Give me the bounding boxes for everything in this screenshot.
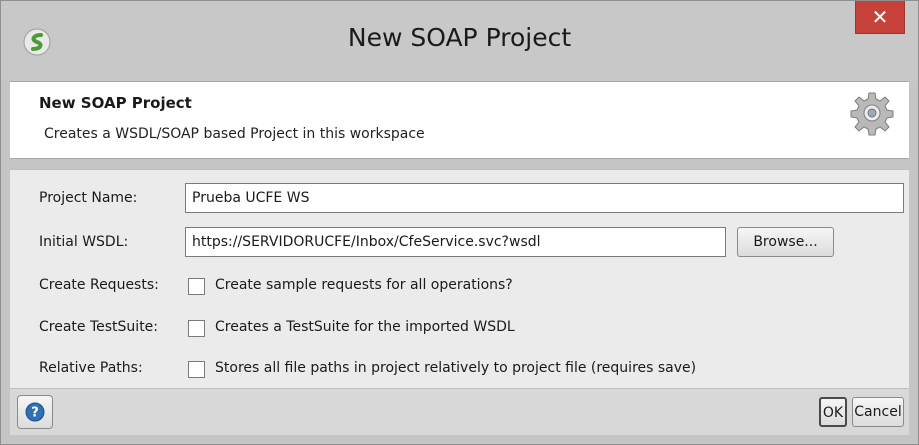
create-testsuite-label: Create TestSuite: xyxy=(39,319,159,335)
initial-wsdl-label: Initial WSDL: xyxy=(39,234,129,250)
new-soap-project-dialog: New SOAP Project ✕ New SOAP Project Crea… xyxy=(0,0,919,445)
svg-text:?: ? xyxy=(31,406,39,421)
header-title: New SOAP Project xyxy=(39,94,192,112)
header-description: Creates a WSDL/SOAP based Project in thi… xyxy=(44,126,425,142)
initial-wsdl-input[interactable]: https://SERVIDORUCFE/Inbox/CfeService.sv… xyxy=(185,227,726,257)
create-requests-label: Create Requests: xyxy=(39,277,159,293)
close-button[interactable]: ✕ xyxy=(855,1,905,34)
relative-paths-checkbox[interactable] xyxy=(188,361,205,378)
gear-icon xyxy=(850,92,894,136)
relative-paths-option-text[interactable]: Stores all file paths in project relativ… xyxy=(215,360,696,376)
create-requests-option-text[interactable]: Create sample requests for all operation… xyxy=(215,277,513,293)
cancel-button[interactable]: Cancel xyxy=(852,397,904,427)
browse-button[interactable]: Browse... xyxy=(737,227,834,257)
create-testsuite-checkbox[interactable] xyxy=(188,320,205,337)
create-requests-checkbox[interactable] xyxy=(188,278,205,295)
relative-paths-label: Relative Paths: xyxy=(39,360,143,376)
help-button[interactable]: ? xyxy=(17,395,53,429)
help-icon: ? xyxy=(25,402,45,422)
title-bar[interactable]: New SOAP Project ✕ xyxy=(1,1,918,81)
header-panel: New SOAP Project Creates a WSDL/SOAP bas… xyxy=(10,81,909,159)
window-title: New SOAP Project xyxy=(347,23,572,52)
form-panel: Project Name: Prueba UCFE WS Initial WSD… xyxy=(10,169,909,389)
project-name-label: Project Name: xyxy=(39,190,138,206)
dialog-footer: ? OK Cancel xyxy=(10,389,909,435)
create-testsuite-option-text[interactable]: Creates a TestSuite for the imported WSD… xyxy=(215,319,515,335)
ok-button[interactable]: OK xyxy=(819,397,847,427)
project-name-input[interactable]: Prueba UCFE WS xyxy=(185,183,904,213)
